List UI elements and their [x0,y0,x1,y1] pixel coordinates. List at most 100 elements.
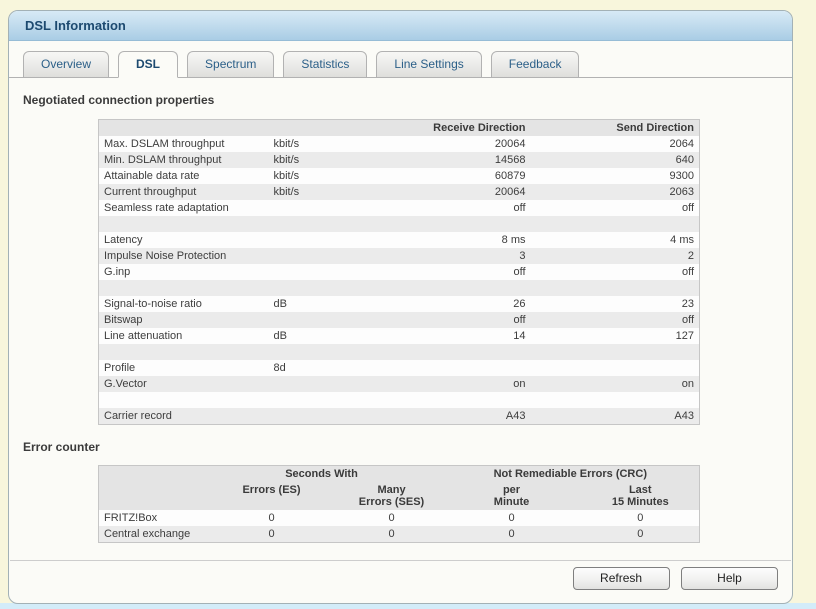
send-value [531,392,700,408]
tab-spectrum[interactable]: Spectrum [187,51,274,78]
connection-section-heading: Negotiated connection properties [23,93,792,107]
row-unit [269,248,374,264]
help-button[interactable]: Help [681,567,778,590]
error-column-header-row: Errors (ES) Many Errors (SES) per Minute… [99,482,700,510]
tab-dsl[interactable]: DSL [118,51,178,78]
receive-value: off [374,200,531,216]
connection-row: Bitswap offoff [99,312,700,328]
row-label: Min. DSLAM throughput [99,152,269,168]
receive-value: 14 [374,328,531,344]
receive-value: 14568 [374,152,531,168]
errors-es-value: 0 [202,510,342,526]
connection-row: Impulse Noise Protection 32 [99,248,700,264]
row-label: Current throughput [99,184,269,200]
tab-feedback[interactable]: Feedback [491,51,580,78]
connection-table-body: Max. DSLAM throughputkbit/s200642064Min.… [99,136,700,425]
send-value [531,360,700,376]
errors-es-value: 0 [202,526,342,543]
receive-value: 26 [374,296,531,312]
connection-table-header-row: Receive Direction Send Direction [99,120,700,137]
dsl-information-window: DSL Information OverviewDSLSpectrumStati… [8,10,793,604]
row-unit: kbit/s [269,184,374,200]
receive-value: 8 ms [374,232,531,248]
error-counter-table: Seconds With Not Remediable Errors (CRC)… [98,465,700,543]
row-label: Seamless rate adaptation [99,200,269,216]
send-value: 127 [531,328,700,344]
row-unit [269,344,374,360]
connection-row: Line attenuationdB14127 [99,328,700,344]
row-label: Impulse Noise Protection [99,248,269,264]
connection-row: Attainable data ratekbit/s608799300 [99,168,700,184]
connection-row: G.Vector onon [99,376,700,392]
row-label: Latency [99,232,269,248]
errors-ses-value: 0 [342,526,442,543]
send-value: 9300 [531,168,700,184]
send-value: on [531,376,700,392]
error-header-empty [99,466,202,483]
row-label: G.inp [99,264,269,280]
connection-row: Signal-to-noise ratiodB2623 [99,296,700,312]
row-label [99,280,269,296]
crc-last-15-value: 0 [582,526,700,543]
send-value: 2064 [531,136,700,152]
per-minute-header: per Minute [442,482,582,510]
spacer-row [99,344,700,360]
send-value: off [531,200,700,216]
error-row: FRITZ!Box0000 [99,510,700,526]
many-errors-ses-header: Many Errors (SES) [342,482,442,510]
send-value [531,216,700,232]
row-unit: kbit/s [269,168,374,184]
header-label-empty [99,120,269,137]
row-unit [269,392,374,408]
send-value: off [531,312,700,328]
receive-value: 20064 [374,184,531,200]
error-table-body: FRITZ!Box0000Central exchange0000 [99,510,700,543]
connection-row: Max. DSLAM throughputkbit/s200642064 [99,136,700,152]
send-value: 23 [531,296,700,312]
send-value: off [531,264,700,280]
connection-row: Latency 8 ms4 ms [99,232,700,248]
row-label: Carrier record [99,408,269,425]
spacer-row [99,392,700,408]
send-value: 4 ms [531,232,700,248]
receive-value [374,216,531,232]
crc-per-minute-value: 0 [442,526,582,543]
button-bar: Refresh Help [10,560,791,590]
row-unit [269,216,374,232]
last-15-minutes-header: Last 15 Minutes [582,482,700,510]
errors-es-header: Errors (ES) [202,482,342,510]
send-value [531,344,700,360]
receive-value: 60879 [374,168,531,184]
row-unit: dB [269,296,374,312]
tab-overview[interactable]: Overview [23,51,109,78]
tab-line-settings[interactable]: Line Settings [376,51,481,78]
row-unit [269,408,374,425]
receive-value [374,360,531,376]
row-unit: 8d [269,360,374,376]
row-unit [269,200,374,216]
connection-row: Carrier record A43A43 [99,408,700,425]
connection-properties-table: Receive Direction Send Direction Max. DS… [98,119,700,425]
receive-value [374,344,531,360]
row-unit [269,280,374,296]
receive-value: 3 [374,248,531,264]
tab-statistics[interactable]: Statistics [283,51,367,78]
spacer-row [99,216,700,232]
errors-ses-value: 0 [342,510,442,526]
error-row: Central exchange0000 [99,526,700,543]
row-label: G.Vector [99,376,269,392]
send-value [531,280,700,296]
row-unit [269,312,374,328]
crc-group-header: Not Remediable Errors (CRC) [442,466,700,483]
spacer-row [99,280,700,296]
seconds-with-group-header: Seconds With [202,466,442,483]
refresh-button[interactable]: Refresh [573,567,670,590]
row-unit [269,264,374,280]
send-value: 640 [531,152,700,168]
row-unit: kbit/s [269,136,374,152]
row-label: Bitswap [99,312,269,328]
row-label [99,344,269,360]
row-label: Signal-to-noise ratio [99,296,269,312]
receive-value [374,392,531,408]
header-unit-empty [269,120,374,137]
